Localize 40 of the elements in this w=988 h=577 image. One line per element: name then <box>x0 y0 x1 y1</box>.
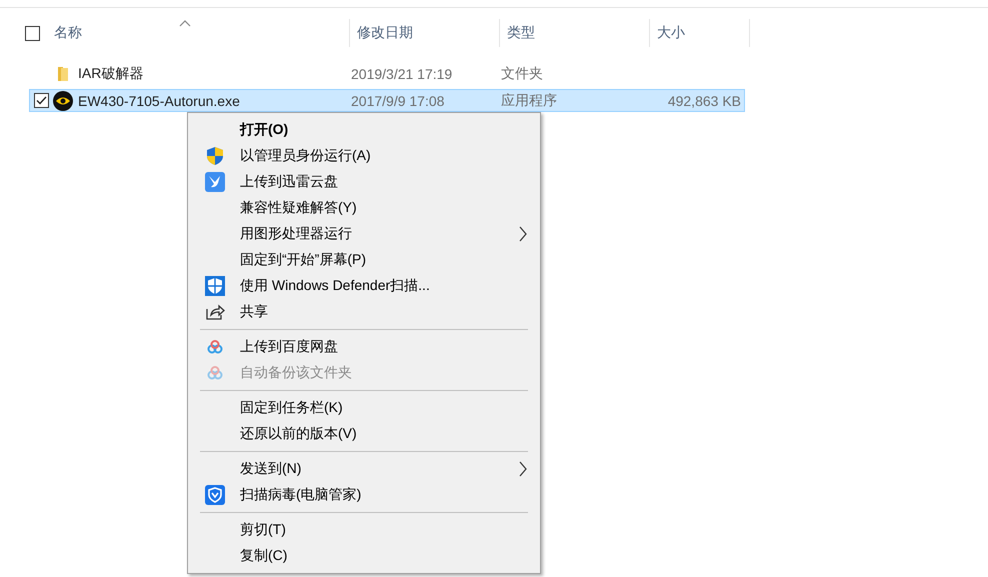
menu-item[interactable]: 发送到(N) <box>188 456 540 482</box>
column-header[interactable]: 修改日期 <box>350 19 500 47</box>
select-all-checkbox[interactable] <box>25 26 40 40</box>
column-header[interactable]: 名称 <box>20 19 350 47</box>
menu-item[interactable]: 固定到任务栏(K) <box>188 395 540 421</box>
file-name: EW430-7105-Autorun.exe <box>78 92 240 108</box>
file-type: 应用程序 <box>501 92 558 110</box>
menu-item[interactable]: 兼容性疑难解答(Y) <box>188 195 540 221</box>
sort-caret-icon <box>178 20 190 27</box>
menu-item[interactable]: 还原以前的版本(V) <box>188 421 540 447</box>
file-size: 492,863 KB <box>668 92 741 108</box>
menu-item[interactable]: 共享 <box>188 299 540 325</box>
menu-item[interactable]: 使用 Windows Defender扫描... <box>188 273 540 299</box>
folder-icon <box>56 66 70 82</box>
bird-icon <box>205 172 225 192</box>
menu-item[interactable]: 上传到迅雷云盘 <box>188 169 540 195</box>
share-icon <box>205 303 225 321</box>
checkbox[interactable] <box>34 93 49 108</box>
column-header[interactable]: 类型 <box>500 19 650 47</box>
cloud-icon <box>207 340 223 354</box>
app-icon <box>53 90 73 110</box>
menu-item[interactable]: 用图形处理器运行 <box>188 221 540 247</box>
column-header[interactable]: 大小 <box>650 19 750 47</box>
modified-date: 2019/3/21 17:19 <box>351 66 454 82</box>
modified-date: 2017/9/9 17:08 <box>351 92 446 108</box>
menu-item[interactable]: 以管理员身份运行(A) <box>188 143 540 169</box>
file-row[interactable]: IAR破解器 2019/3/21 17:19 文件夹 <box>29 62 745 85</box>
shield-icon <box>205 146 225 166</box>
cloud-icon <box>207 366 223 380</box>
menu-item[interactable]: 上传到百度网盘 <box>188 334 540 360</box>
file-row[interactable]: EW430-7105-Autorun.exe 2017/9/9 17:08 应用程序 492,863 KB <box>29 89 745 112</box>
menu-item[interactable]: 复制(C) <box>188 543 540 569</box>
file-name: IAR破解器 <box>78 64 144 82</box>
shield-icon <box>205 276 225 296</box>
menu-item[interactable]: 剪切(T) <box>188 517 540 543</box>
menu-item[interactable]: 扫描病毒(电脑管家) <box>188 482 540 508</box>
menu-item[interactable]: 固定到“开始”屏幕(P) <box>188 247 540 273</box>
shield-icon <box>205 485 225 505</box>
file-type: 文件夹 <box>501 64 544 82</box>
menu-item[interactable]: 打开(O) <box>188 117 540 143</box>
